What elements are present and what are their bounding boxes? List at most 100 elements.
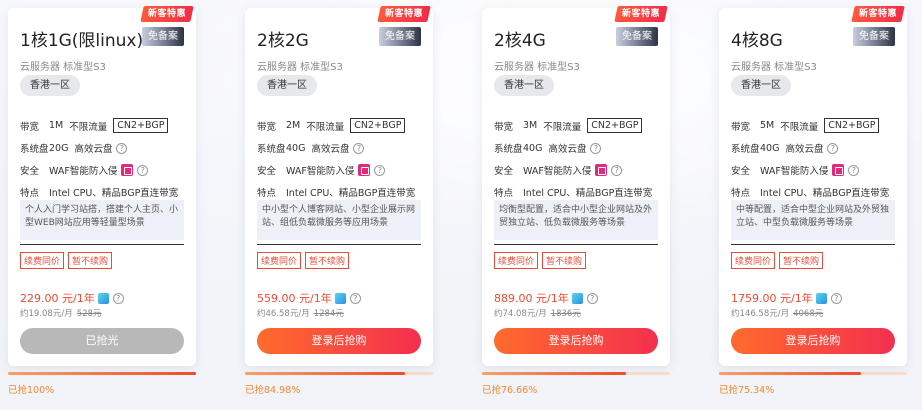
spec-label: 带宽 (257, 121, 277, 133)
ribbon-label: 新客特惠 (147, 9, 186, 19)
help-icon[interactable]: ? (137, 164, 149, 176)
sold-progress-fill (8, 372, 196, 375)
spec-features: 特点 Intel CPU、精品BGP直连带宽 (20, 185, 178, 199)
disk-size: 40G (760, 142, 780, 154)
buy-button[interactable]: 登录后抢购 (257, 328, 421, 354)
plan-subtitle: 云服务器 标准型S3 (257, 62, 343, 73)
product-card: 新客特惠 4核8G 免备案 云服务器 标准型S3 香港一区 带宽 5M 不限流量… (719, 6, 907, 366)
plan-description: 个人入门学习站搭，搭建个人主页、小型WEB网站应用等轻量型场景 (20, 200, 184, 240)
spec-disk: 系统盘 40G 高效云盘 ? (731, 141, 839, 155)
ribbon-label: 新客特惠 (621, 9, 660, 19)
sold-progress-bar (719, 372, 907, 375)
help-icon[interactable]: ? (830, 292, 842, 304)
buy-button[interactable]: 已抢光 (20, 328, 184, 354)
renewal-tag: 续费同价 (257, 252, 302, 269)
renewal-tag: 续费同价 (731, 252, 776, 269)
spec-label: 特点 (731, 188, 751, 199)
spec-security: 安全 WAF智能防入侵 ? (731, 163, 860, 177)
monthly-value: 约146.58元/月 (731, 309, 790, 319)
spec-label: 系统盘 (20, 144, 49, 155)
plan-title: 4核8G (731, 31, 783, 51)
waf-value: WAF智能防入侵 (286, 166, 355, 177)
policy-tags: 续费同价 暂不续购 (20, 252, 113, 269)
waf-value: WAF智能防入侵 (760, 166, 829, 177)
divider (20, 244, 184, 245)
spec-security: 安全 WAF智能防入侵 ? (494, 163, 623, 177)
filing-exempt-badge: 免备案 (379, 27, 421, 46)
help-icon[interactable]: ? (848, 164, 860, 176)
divider (257, 244, 421, 245)
spec-features: 特点 Intel CPU、精品BGP直连带宽 (731, 185, 889, 199)
line-badge: CN2+BGP (113, 118, 169, 133)
spec-bandwidth: 带宽 2M 不限流量 CN2+BGP (257, 118, 406, 133)
spec-label: 系统盘 (494, 144, 523, 155)
monthly-price: 约74.08元/月 1836元 (494, 307, 581, 319)
filing-exempt-badge: 免备案 (853, 27, 895, 46)
bandwidth-value: 5M (760, 120, 775, 131)
shield-icon (571, 292, 583, 304)
region-selector[interactable]: 香港一区 (257, 75, 317, 96)
help-icon[interactable]: ? (611, 164, 623, 176)
monthly-value: 约19.08元/月 (20, 309, 73, 319)
help-icon[interactable]: ? (349, 292, 361, 304)
new-customer-ribbon: 新客特惠 (377, 6, 431, 22)
plan-description: 均衡型配置，适合中小型企业网站及外贸独立站、低负载微服务等场景 (494, 200, 658, 240)
filing-exempt-badge: 免备案 (616, 27, 658, 46)
buy-button[interactable]: 登录后抢购 (494, 328, 658, 354)
plan-description: 中小型个人博客网站、小型企业展示网站、组低负载微服务等应用场景 (257, 200, 421, 240)
sold-percent: 已抢76.66% (482, 385, 538, 396)
disk-size: 20G (49, 142, 69, 154)
region-selector[interactable]: 香港一区 (20, 75, 80, 96)
bandwidth-value: 1M (49, 120, 64, 131)
original-price: 1284元 (313, 309, 344, 319)
price: 889.00 元/1年 ? (494, 290, 598, 306)
help-icon[interactable]: ? (590, 142, 602, 154)
spec-label: 安全 (257, 166, 277, 177)
disk-type: 高效云盘 (548, 144, 587, 155)
sold-percent: 已抢75.34% (719, 385, 775, 396)
no-renew-tag: 暂不续购 (542, 252, 587, 269)
disk-type: 高效云盘 (311, 144, 350, 155)
shield-icon (97, 292, 109, 304)
no-renew-tag: 暂不续购 (305, 252, 350, 269)
price-value: 559.00 元/1年 (257, 292, 332, 305)
help-icon[interactable]: ? (374, 164, 386, 176)
spec-features: 特点 Intel CPU、精品BGP直连带宽 (494, 185, 652, 199)
spec-disk: 系统盘 40G 高效云盘 ? (494, 141, 602, 155)
help-icon[interactable]: ? (586, 292, 598, 304)
features-value: Intel CPU、精品BGP直连带宽 (760, 188, 890, 199)
spec-label: 带宽 (731, 121, 751, 133)
region-selector[interactable]: 香港一区 (494, 75, 554, 96)
bandwidth-value: 2M (286, 120, 301, 131)
monthly-price: 约46.58元/月 1284元 (257, 307, 344, 319)
waf-icon (595, 164, 608, 176)
policy-tags: 续费同价 暂不续购 (731, 252, 824, 269)
region-selector[interactable]: 香港一区 (731, 75, 791, 96)
traffic-value: 不限流量 (780, 121, 819, 133)
spec-bandwidth: 带宽 3M 不限流量 CN2+BGP (494, 118, 643, 133)
sold-progress-fill (245, 372, 405, 375)
line-badge: CN2+BGP (824, 118, 880, 133)
help-icon[interactable]: ? (353, 142, 365, 154)
help-icon[interactable]: ? (112, 292, 124, 304)
buy-button[interactable]: 登录后抢购 (731, 328, 895, 354)
renewal-tag: 续费同价 (494, 252, 539, 269)
sold-progress-bar (482, 372, 670, 375)
help-icon[interactable]: ? (116, 142, 128, 154)
sold-progress-bar (8, 372, 196, 375)
waf-value: WAF智能防入侵 (49, 166, 118, 177)
policy-tags: 续费同价 暂不续购 (257, 252, 350, 269)
new-customer-ribbon: 新客特惠 (614, 6, 668, 22)
original-price: 4068元 (793, 309, 824, 319)
no-renew-tag: 暂不续购 (68, 252, 113, 269)
spec-bandwidth: 带宽 1M 不限流量 CN2+BGP (20, 118, 169, 133)
product-card: 新客特惠 2核2G 免备案 云服务器 标准型S3 香港一区 带宽 2M 不限流量… (245, 6, 433, 366)
help-icon[interactable]: ? (827, 142, 839, 154)
ribbon-label: 新客特惠 (384, 9, 423, 19)
spec-label: 系统盘 (257, 144, 286, 155)
spec-features: 特点 Intel CPU、精品BGP直连带宽 (257, 185, 415, 199)
price: 559.00 元/1年 ? (257, 290, 361, 306)
spec-label: 系统盘 (731, 144, 760, 155)
line-badge: CN2+BGP (350, 118, 406, 133)
spec-security: 安全 WAF智能防入侵 ? (257, 163, 386, 177)
